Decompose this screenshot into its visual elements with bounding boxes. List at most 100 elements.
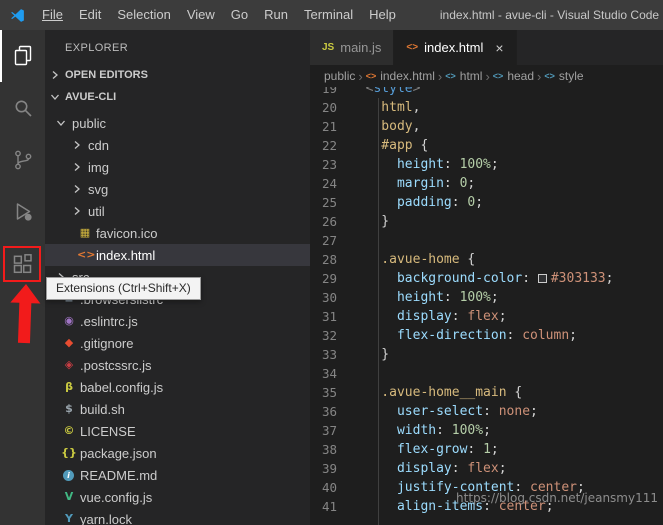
code-line[interactable]: 37 width: 100%; [310, 421, 663, 440]
code-line[interactable]: 29 background-color: #303133; [310, 269, 663, 288]
file-.eslintrc.js[interactable]: ◉.eslintrc.js [45, 310, 310, 332]
watermark-text: https://blog.csdn.net/jeansmy111 [456, 491, 658, 505]
folder-public[interactable]: public [45, 112, 310, 134]
file-package.json[interactable]: {}package.json [45, 442, 310, 464]
code-line[interactable]: 33 } [310, 345, 663, 364]
code-line[interactable]: 34 [310, 364, 663, 383]
file-yarn.lock[interactable]: Yyarn.lock [45, 508, 310, 525]
tab-bar: JSmain.js<>index.html× [310, 30, 663, 65]
folder-svg[interactable]: svg [45, 178, 310, 200]
code-line[interactable]: 25 padding: 0; [310, 193, 663, 212]
code-line[interactable]: 27 [310, 231, 663, 250]
menu-go[interactable]: Go [223, 0, 256, 30]
chevron-right-icon [69, 184, 85, 194]
chevron-right-icon [69, 162, 85, 172]
menu-edit[interactable]: Edit [71, 0, 109, 30]
run-debug-icon [11, 200, 35, 224]
menu-file[interactable]: File [34, 0, 71, 30]
code-line[interactable]: 36 user-select: none; [310, 402, 663, 421]
search-icon [11, 96, 35, 120]
folder-util[interactable]: util [45, 200, 310, 222]
code-line[interactable]: 30 height: 100%; [310, 288, 663, 307]
section-label: AVUE-CLI [65, 91, 116, 103]
menu-view[interactable]: View [179, 0, 223, 30]
menu-terminal[interactable]: Terminal [296, 0, 361, 30]
file-.postcssrc.js[interactable]: ◈.postcssrc.js [45, 354, 310, 376]
file-README.md[interactable]: iREADME.md [45, 464, 310, 486]
breadcrumb[interactable]: public›<>index.html›<>html›<>head›<>styl… [310, 65, 663, 87]
folder-cdn[interactable]: cdn [45, 134, 310, 156]
file-index.html[interactable]: <>index.html [45, 244, 310, 266]
file-.gitignore[interactable]: ◆.gitignore [45, 332, 310, 354]
code-text: <style> [350, 87, 420, 98]
code-line[interactable]: 24 margin: 0; [310, 174, 663, 193]
file-babel.config.js[interactable]: βbabel.config.js [45, 376, 310, 398]
code-line[interactable]: 32 flex-direction: column; [310, 326, 663, 345]
file-label: cdn [88, 138, 109, 153]
chevron-separator-icon: › [485, 69, 489, 84]
editor-area: JSmain.js<>index.html× public›<>index.ht… [310, 30, 663, 525]
html-file-icon: <> [406, 42, 418, 53]
code-text: padding: 0; [350, 193, 483, 212]
code-text: height: 100%; [350, 155, 499, 174]
code-line[interactable]: 21 body, [310, 117, 663, 136]
code-text: } [350, 345, 389, 364]
code-text: flex-grow: 1; [350, 440, 499, 459]
file-vue.config.js[interactable]: Vvue.config.js [45, 486, 310, 508]
code-text: height: 100%; [350, 288, 499, 307]
code-line[interactable]: 20 html, [310, 98, 663, 117]
js-file-icon: JS [322, 42, 334, 53]
color-swatch[interactable] [538, 274, 547, 283]
menu-selection[interactable]: Selection [109, 0, 178, 30]
file-favicon.ico[interactable]: ▦favicon.ico [45, 222, 310, 244]
babel-icon: β [61, 379, 77, 395]
line-number: 31 [310, 307, 350, 326]
breadcrumb-item-index.html[interactable]: index.html [380, 69, 435, 83]
breadcrumb-item-head[interactable]: head [507, 69, 534, 83]
code-line[interactable]: 22 #app { [310, 136, 663, 155]
open-editors-header[interactable]: OPEN EDITORS [45, 64, 310, 86]
code-text: display: flex; [350, 307, 507, 326]
activity-search[interactable] [0, 82, 45, 134]
breadcrumb-item-public[interactable]: public [324, 69, 355, 83]
code-line[interactable]: 23 height: 100%; [310, 155, 663, 174]
line-number: 20 [310, 98, 350, 117]
code-line[interactable]: 19 <style> [310, 87, 663, 98]
tab-main.js[interactable]: JSmain.js [310, 30, 394, 65]
vscode-logo-icon [0, 7, 34, 24]
info-icon: i [63, 470, 74, 481]
activity-source-control[interactable] [0, 134, 45, 186]
code-text: } [350, 212, 389, 231]
code-editor[interactable]: 19 <style>20 html,21 body,22 #app {23 he… [310, 87, 663, 525]
window-title: index.html - avue-cli - Visual Studio Co… [404, 8, 663, 22]
code-line[interactable]: 26 } [310, 212, 663, 231]
file-LICENSE[interactable]: ©LICENSE [45, 420, 310, 442]
code-line[interactable]: 35 .avue-home__main { [310, 383, 663, 402]
file-label: .eslintrc.js [80, 314, 138, 329]
chevron-down-icon [47, 92, 63, 102]
code-text: body, [350, 117, 420, 136]
breadcrumb-item-html[interactable]: html [460, 69, 483, 83]
breadcrumb-item-style[interactable]: style [559, 69, 584, 83]
line-number: 22 [310, 136, 350, 155]
code-line[interactable]: 28 .avue-home { [310, 250, 663, 269]
line-number: 33 [310, 345, 350, 364]
file-build.sh[interactable]: $build.sh [45, 398, 310, 420]
file-label: favicon.ico [96, 226, 157, 241]
menu-run[interactable]: Run [256, 0, 296, 30]
project-header[interactable]: AVUE-CLI [45, 86, 310, 108]
menu-help[interactable]: Help [361, 0, 404, 30]
line-number: 34 [310, 364, 350, 383]
chevron-right-icon [47, 70, 63, 80]
folder-img[interactable]: img [45, 156, 310, 178]
code-line[interactable]: 31 display: flex; [310, 307, 663, 326]
file-tree: public cdn imgsvgutil▦favicon.ico<>index.h… [45, 108, 310, 525]
activity-run-debug[interactable] [0, 186, 45, 238]
html-icon: <> [77, 247, 93, 263]
close-icon[interactable]: × [495, 40, 503, 56]
tab-index.html[interactable]: <>index.html× [394, 30, 516, 65]
code-line[interactable]: 38 flex-grow: 1; [310, 440, 663, 459]
line-number: 21 [310, 117, 350, 136]
code-line[interactable]: 39 display: flex; [310, 459, 663, 478]
activity-explorer[interactable] [0, 30, 45, 82]
